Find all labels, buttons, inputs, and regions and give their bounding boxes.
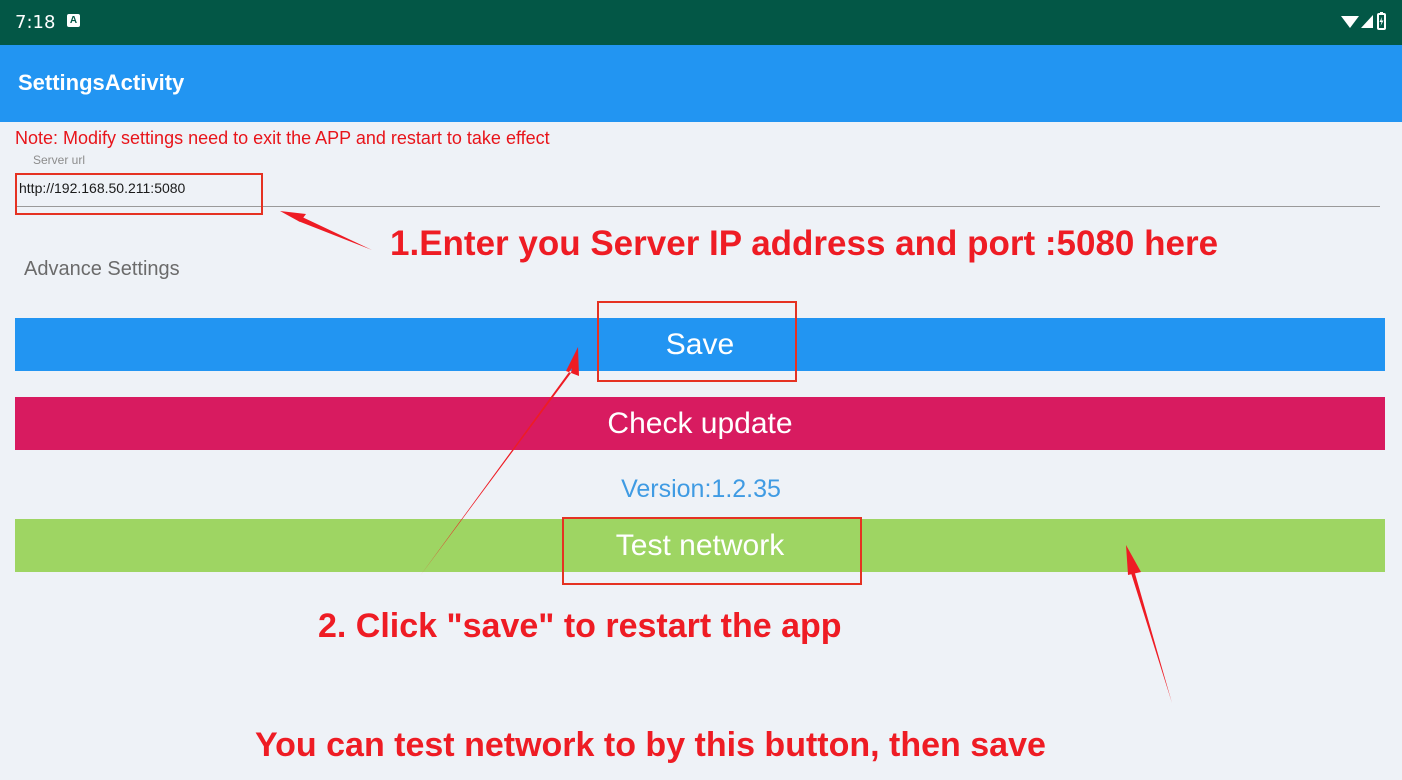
app-title: SettingsActivity [18,70,185,95]
annotation-step2: 2. Click "save" to restart the app [318,607,842,645]
server-url-label: Server url [33,153,86,167]
app-bar: SettingsActivity [0,45,1402,122]
battery-icon [1377,12,1386,30]
status-icons [1341,12,1386,30]
status-bar: 7:18 A [0,0,1402,45]
version-label: Version:1.2.35 [621,475,781,503]
check-update-button[interactable]: Check update [15,397,1385,450]
arrow-to-url-icon [280,211,372,250]
annotation-step3: You can test network to by this button, … [255,726,1046,764]
advance-settings-link[interactable]: Advance Settings [24,258,180,281]
status-time: 7:18 [15,12,56,33]
settings-note: Note: Modify settings need to exit the A… [15,128,550,148]
test-network-highlight-box [562,517,862,585]
annotation-step1: 1.Enter you Server IP address and port :… [390,224,1219,263]
signal-icon [1361,15,1373,28]
wifi-icon [1341,16,1359,28]
server-url-highlight-box [15,173,263,215]
save-highlight-box [597,301,797,382]
a-badge-icon: A [67,14,80,27]
